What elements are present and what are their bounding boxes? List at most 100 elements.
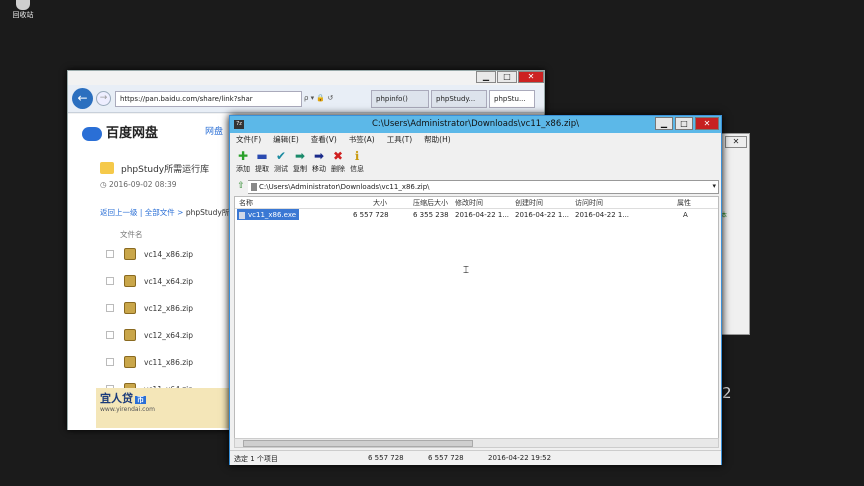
copy-arrow-icon: ➡	[294, 149, 306, 163]
menu-view[interactable]: 查看(V)	[305, 134, 343, 146]
archive-app-icon: 7z	[234, 120, 244, 129]
breadcrumb: 返回上一级 | 全部文件 > phpStudy所需	[100, 208, 237, 217]
close-button[interactable]: ✕	[725, 136, 747, 148]
scrollbar-thumb[interactable]	[243, 440, 473, 447]
recycle-bin-icon	[16, 0, 30, 10]
move-button[interactable]: ➡ 移动	[310, 149, 328, 174]
info-button[interactable]: ℹ 信息	[348, 149, 366, 174]
zip-icon	[124, 356, 136, 368]
row-modified: 2016-04-22 1...	[455, 211, 510, 219]
url-controls[interactable]: ρ ▾ 🔒 ↺	[304, 94, 333, 102]
zip-icon	[124, 275, 136, 287]
recycle-bin-label: 回收站	[12, 11, 34, 19]
column-header-modified[interactable]: 修改时间	[455, 198, 483, 208]
drive-icon	[251, 183, 257, 191]
menu-edit[interactable]: 编辑(E)	[267, 134, 305, 146]
move-arrow-icon: ➡	[313, 149, 325, 163]
maximize-button[interactable]: □	[497, 71, 517, 83]
row-accessed: 2016-04-22 1...	[575, 211, 630, 219]
row-checkbox[interactable]	[106, 331, 114, 339]
menu-tools[interactable]: 工具(T)	[381, 134, 418, 146]
file-name[interactable]: vc11_x86.zip	[144, 358, 224, 367]
row-checkbox[interactable]	[106, 277, 114, 285]
folder-date: ◷ 2016-09-02 08:39	[100, 180, 177, 189]
row-checkbox[interactable]	[106, 304, 114, 312]
menu-help[interactable]: 帮助(H)	[418, 134, 457, 146]
menu-bookmarks[interactable]: 书签(A)	[343, 134, 381, 146]
copy-button[interactable]: ➡ 复制	[291, 149, 309, 174]
minus-icon: ▬	[256, 149, 268, 163]
delete-button[interactable]: ✖ 删除	[329, 149, 347, 174]
path-text: C:\Users\Administrator\Downloads\vc11_x8…	[259, 183, 430, 191]
chevron-down-icon[interactable]: ▾	[712, 182, 716, 190]
row-created: 2016-04-22 1...	[515, 211, 570, 219]
file-name[interactable]: vc12_x64.zip	[144, 331, 224, 340]
check-icon: ✔	[275, 149, 287, 163]
extract-button[interactable]: ▬ 提取	[253, 149, 271, 174]
minimize-button[interactable]: ▁	[476, 71, 496, 83]
exe-icon	[239, 212, 245, 219]
info-icon: ℹ	[354, 149, 360, 163]
column-header-attributes[interactable]: 属性	[677, 198, 691, 208]
breadcrumb-back[interactable]: 返回上一级	[100, 208, 138, 217]
back-button[interactable]: ←	[72, 88, 93, 109]
browser-window-controls: ▁ □ ✕	[475, 71, 544, 83]
file-column-header: 文件名	[120, 230, 143, 239]
test-button[interactable]: ✔ 测试	[272, 149, 290, 174]
desktop-stray-text: 2	[722, 384, 732, 402]
file-name[interactable]: vc14_x86.zip	[144, 250, 224, 259]
file-name[interactable]: vc12_x86.zip	[144, 304, 224, 313]
status-selected: 选定 1 个项目	[234, 455, 278, 463]
zip-icon	[124, 302, 136, 314]
background-dialog: ✕ 本	[720, 133, 750, 335]
row-attributes: A	[683, 211, 688, 219]
horizontal-scrollbar[interactable]	[234, 438, 719, 448]
plus-icon: ✚	[237, 149, 249, 163]
nav-link[interactable]: 网盘	[205, 124, 223, 137]
ad-brand: 宜人贷币	[100, 392, 146, 405]
add-button[interactable]: ✚ 添加	[234, 149, 252, 174]
path-bar[interactable]: ⇧ C:\Users\Administrator\Downloads\vc11_…	[234, 180, 719, 194]
status-size: 6 557 728	[368, 454, 404, 462]
file-list: 名称 大小 压缩后大小 修改时间 创建时间 访问时间 属性 vc11_x86.e…	[234, 196, 719, 440]
header-divider	[235, 208, 718, 209]
tab-phpstudy-2[interactable]: phpStu...	[489, 90, 535, 108]
archive-title: C:\Users\Administrator\Downloads\vc11_x8…	[371, 119, 580, 129]
breadcrumb-all[interactable]: 全部文件	[145, 208, 175, 217]
menu-bar: 文件(F) 编辑(E) 查看(V) 书签(A) 工具(T) 帮助(H)	[230, 134, 457, 146]
column-header-name[interactable]: 名称	[239, 198, 253, 208]
close-button[interactable]: ✕	[518, 71, 544, 83]
address-bar[interactable]: https://pan.baidu.com/share/link?shar	[115, 91, 302, 107]
tab-phpinfo[interactable]: phpinfo()	[371, 90, 429, 108]
brand-logo[interactable]: 百度网盘	[82, 122, 158, 141]
status-date: 2016-04-22 19:52	[488, 454, 552, 462]
column-header-created[interactable]: 创建时间	[515, 198, 543, 208]
forward-button[interactable]: →	[96, 91, 111, 106]
column-header-accessed[interactable]: 访问时间	[575, 198, 603, 208]
minimize-button[interactable]: ▁	[655, 117, 673, 130]
delete-icon: ✖	[332, 149, 344, 163]
row-checkbox[interactable]	[106, 250, 114, 258]
close-button[interactable]: ✕	[695, 117, 719, 130]
up-folder-icon[interactable]: ⇧	[234, 180, 248, 194]
archive-window-controls: ▁ □ ✕	[653, 117, 719, 130]
cloud-icon	[82, 126, 102, 141]
tab-phpstudy-1[interactable]: phpStudy...	[431, 90, 487, 108]
archive-title-bar: 7z C:\Users\Administrator\Downloads\vc11…	[230, 116, 721, 133]
status-packed: 6 557 728	[428, 454, 464, 462]
folder-name: phpStudy所需运行库	[121, 165, 210, 175]
column-header-size[interactable]: 大小	[373, 198, 387, 208]
maximize-button[interactable]: □	[675, 117, 693, 130]
row-packed: 6 355 238	[413, 211, 449, 219]
zip-icon	[124, 329, 136, 341]
row-name[interactable]: vc11_x86.exe	[248, 211, 296, 219]
status-bar: 选定 1 个项目 6 557 728 6 557 728 2016-04-22 …	[230, 450, 721, 465]
menu-file[interactable]: 文件(F)	[230, 134, 267, 146]
recycle-bin[interactable]: 回收站	[6, 0, 40, 22]
zip-icon	[124, 248, 136, 260]
folder-icon	[100, 162, 114, 174]
column-header-packed[interactable]: 压缩后大小	[413, 198, 448, 208]
file-name[interactable]: vc14_x64.zip	[144, 277, 224, 286]
row-checkbox[interactable]	[106, 358, 114, 366]
ad-domain: www.yirendai.com	[100, 406, 155, 413]
